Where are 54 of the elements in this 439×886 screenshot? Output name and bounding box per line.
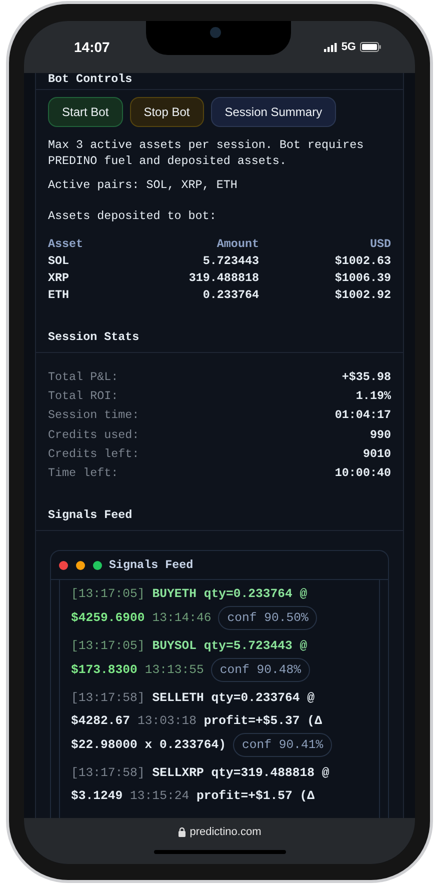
table-cell-text: ETH (48, 287, 70, 304)
confidence-badge: conf 90.48% (210, 658, 310, 682)
assets-heading: Assets deposited to bot: (48, 208, 218, 224)
lock-icon (178, 827, 186, 837)
status-time: 14:07 (74, 39, 110, 55)
bot-button[interactable]: Session Summary (210, 97, 336, 127)
stat-value: 1.19% (356, 388, 391, 406)
bot-button[interactable]: Stop Bot (130, 97, 204, 127)
section-title: Signals Feed (48, 508, 134, 522)
stat-value: 10:00:40 (334, 465, 391, 482)
signal-text: [13:17:05] BUYETH qty=0.233764 @ (71, 586, 308, 604)
column-header: Asset (48, 236, 84, 253)
table-cell-text: 319.488818 (188, 270, 259, 287)
signal-text: $4282.67 13:03:18 profit=+$5.37 (Δ (71, 713, 322, 730)
confidence-badge: conf 90.50% (218, 606, 318, 630)
window-dots-icon (59, 560, 102, 570)
table-cell-text: $1006.39 (334, 270, 391, 287)
battery-icon (360, 42, 381, 52)
url-text[interactable]: predictino.com (190, 826, 262, 838)
terminal-title: Signals Feed (109, 558, 194, 572)
stat-label: Time left: (48, 465, 118, 482)
signal-icon (324, 42, 338, 52)
card-title: Bot Controls (48, 72, 134, 86)
table-cell-text: SOL (48, 253, 70, 270)
stat-value: 9010 (362, 446, 391, 463)
signal-text: $3.1249 13:15:24 profit=+$1.57 (Δ (71, 788, 315, 806)
note-text: Max 3 active assets per session. Bot requires PREDINO fuel and deposited assets. (48, 137, 365, 169)
table-cell-text: 0.233764 (202, 287, 259, 304)
table-cell-text: $1002.92 (334, 287, 391, 304)
network-label: 5G (341, 41, 356, 53)
stat-label: Total ROI: (48, 388, 118, 406)
table-cell-text: $1002.63 (334, 253, 391, 270)
bot-button[interactable]: Start Bot (48, 97, 123, 127)
signal-text: $173.8300 13:13:55 (71, 662, 204, 679)
column-header: Amount (216, 236, 259, 253)
stat-value: +$35.98 (342, 369, 391, 386)
stat-value: 01:04:17 (334, 407, 391, 424)
confidence-badge: conf 90.41% (232, 733, 332, 758)
signal-text: $22.98000 x 0.233764) (71, 736, 226, 754)
section-title: Session Stats (48, 330, 140, 344)
signal-text: $4259.6900 13:14:46 (71, 610, 212, 627)
stat-label: Credits used: (48, 426, 140, 444)
active-pairs-text: Active pairs: SOL, XRP, ETH (48, 177, 238, 193)
signal-text: [13:17:58] SELLETH qty=0.233764 @ (71, 690, 315, 708)
signal-text: [13:17:58] SELLXRP qty=319.488818 @ (71, 765, 330, 782)
stat-label: Credits left: (48, 446, 140, 463)
column-header: USD (368, 236, 391, 253)
signal-text: [13:17:05] BUYSOL qty=5.723443 @ (71, 638, 308, 656)
stat-label: Session time: (48, 407, 140, 424)
table-cell-text: 5.723443 (202, 253, 259, 270)
stat-label: Total P&L: (48, 369, 118, 386)
stat-value: 990 (370, 426, 391, 444)
table-cell-text: XRP (48, 270, 70, 287)
home-indicator[interactable] (154, 850, 286, 854)
